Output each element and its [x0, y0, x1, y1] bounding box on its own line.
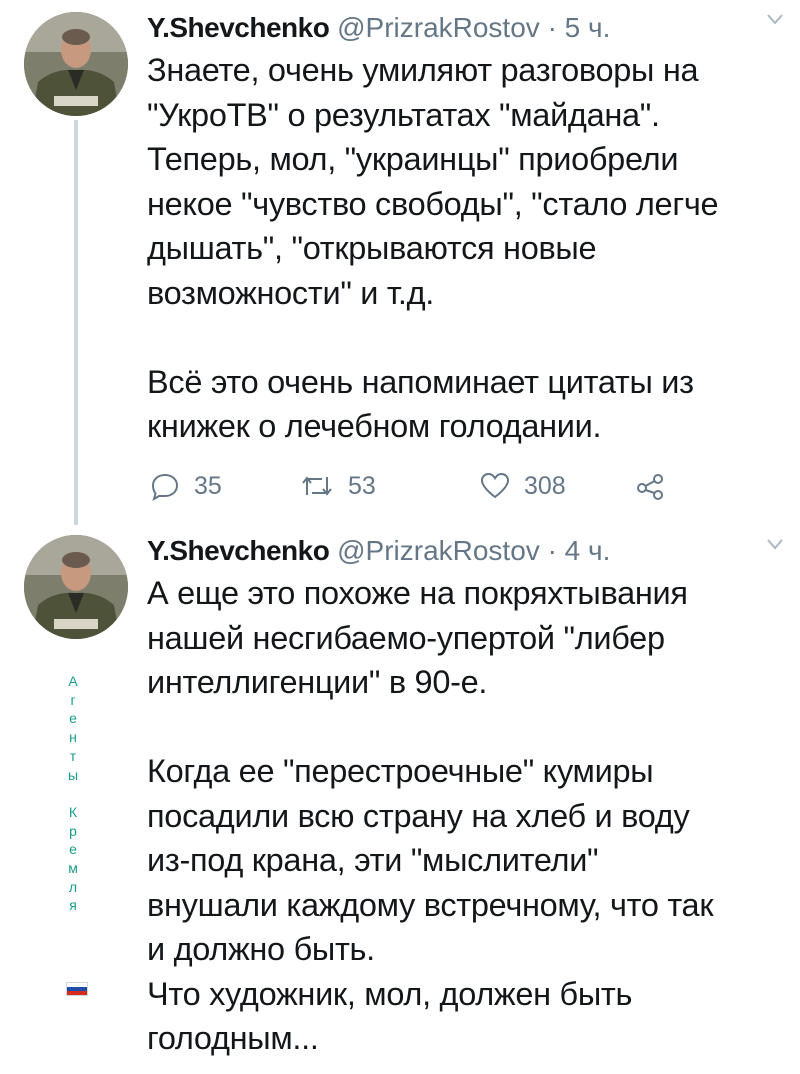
retweet-icon: [302, 476, 332, 496]
author-name[interactable]: Y.Shevchenko: [147, 535, 330, 566]
timestamp[interactable]: · 5 ч.: [548, 12, 611, 43]
reply-button[interactable]: 35: [150, 468, 222, 504]
author-name[interactable]: Y.Shevchenko: [147, 12, 330, 43]
like-count: 308: [524, 471, 566, 500]
reply-count: 35: [194, 471, 222, 500]
avatar-image: [24, 535, 128, 639]
russian-flag-icon: [66, 982, 88, 996]
retweet-button[interactable]: 53: [300, 468, 376, 504]
tweet-text: А еще это похоже на покряхтывания нашей …: [147, 575, 714, 1056]
avatar[interactable]: [24, 535, 128, 639]
avatar-image: [24, 12, 128, 116]
tweet-header: Y.Shevchenko @PrizrakRostov · 4 ч.: [147, 531, 780, 571]
share-button[interactable]: [635, 468, 679, 504]
retweet-count: 53: [348, 471, 376, 500]
author-handle[interactable]: @PrizrakRostov: [337, 535, 540, 566]
watermark-text: А г е н т ы К р е м л я: [67, 673, 79, 914]
avatar[interactable]: [24, 12, 128, 116]
like-button[interactable]: 308: [480, 468, 566, 504]
chevron-down-icon[interactable]: [764, 8, 786, 30]
tweet-text: Знаете, очень умиляют разговоры на "Укро…: [147, 52, 719, 444]
chevron-down-icon[interactable]: [764, 533, 786, 555]
tweet-actions: 35 53 308: [150, 468, 690, 504]
author-handle[interactable]: @PrizrakRostov: [337, 12, 540, 43]
thread-line: [74, 120, 78, 525]
tweet[interactable]: Y.Shevchenko @PrizrakRostov · 5 ч. Знает…: [0, 0, 800, 525]
reply-icon: [151, 473, 179, 501]
tweet-header: Y.Shevchenko @PrizrakRostov · 5 ч.: [147, 8, 780, 48]
timestamp[interactable]: · 4 ч.: [548, 535, 611, 566]
tweet[interactable]: Y.Shevchenko @PrizrakRostov · 4 ч. А еще…: [0, 525, 800, 1074]
heart-icon: [480, 472, 510, 499]
share-icon: [637, 474, 663, 500]
